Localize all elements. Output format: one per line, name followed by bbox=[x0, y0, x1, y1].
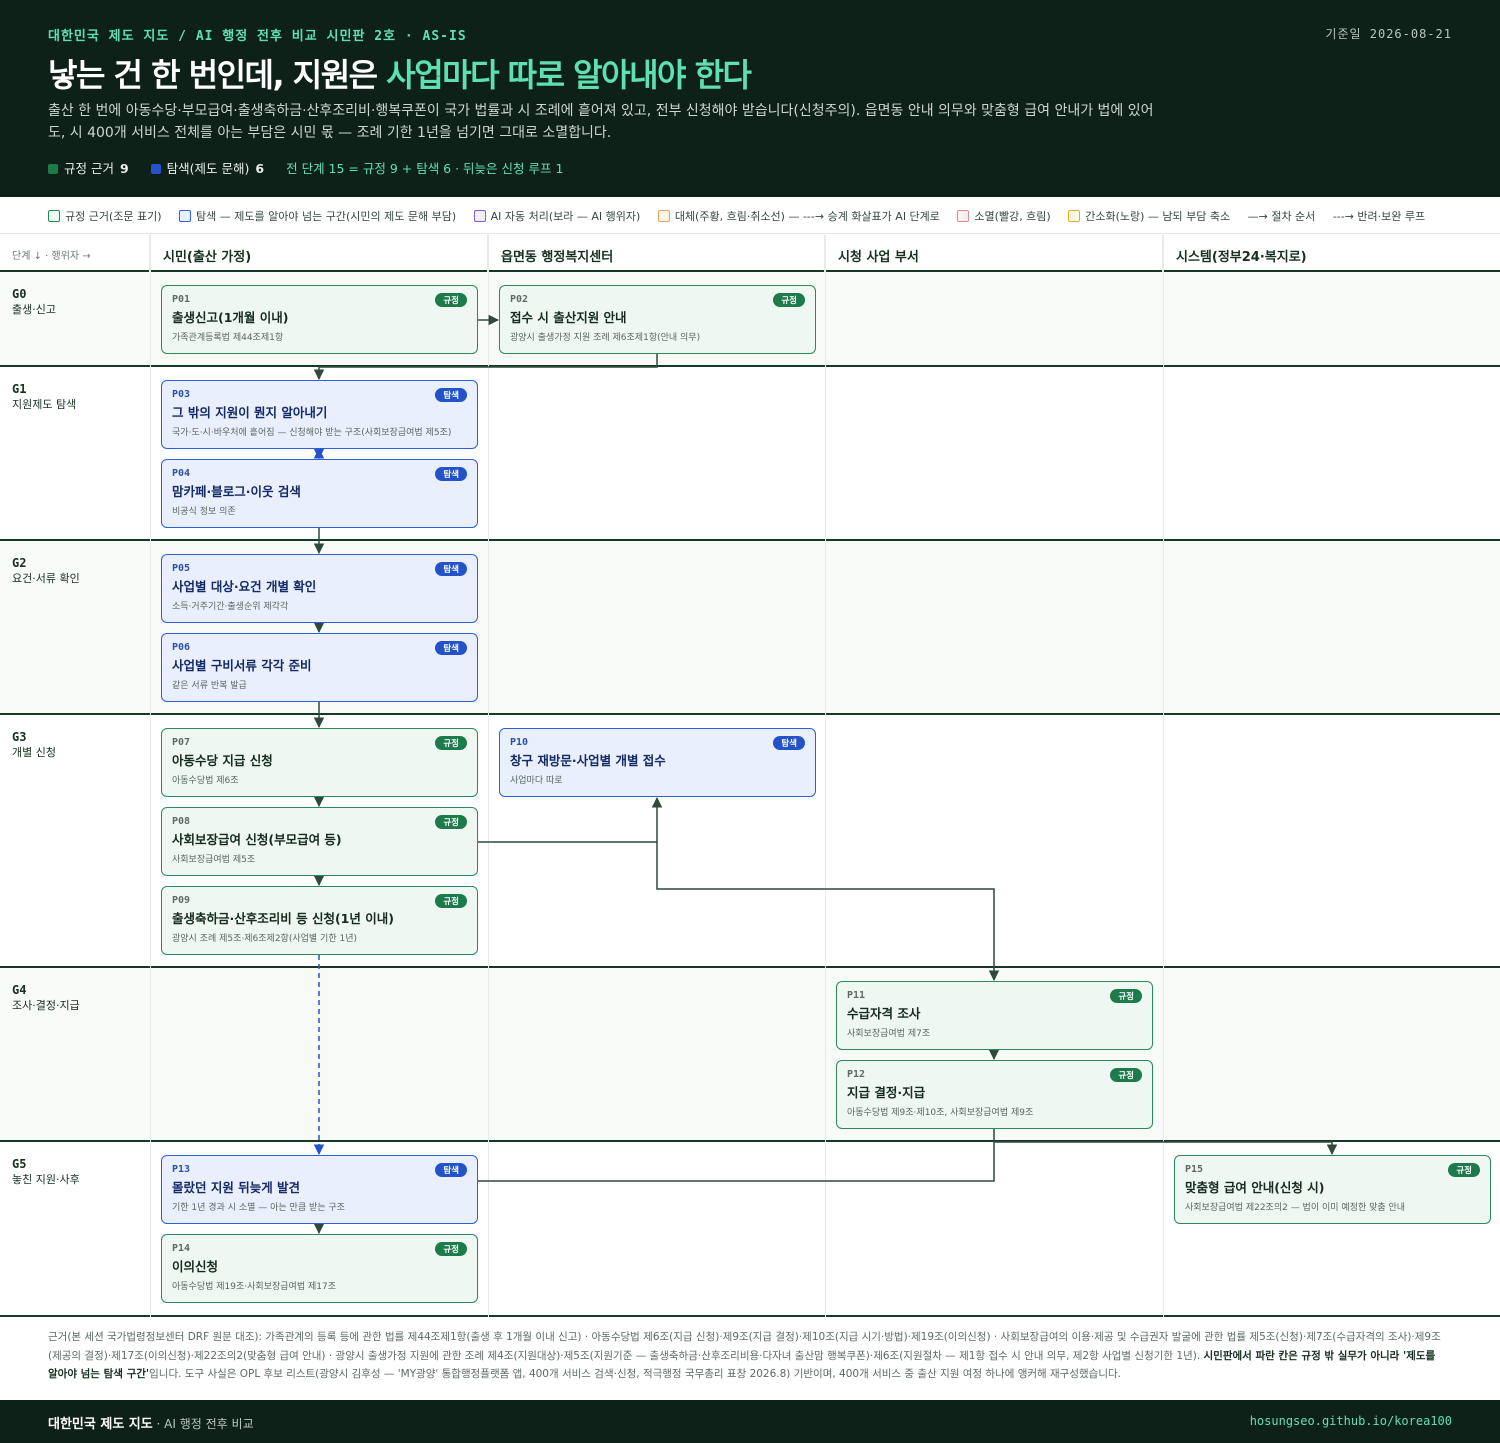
legend-item: 탐색 — 제도를 알아야 넘는 구간(시민의 제도 문해 부담) bbox=[179, 210, 456, 223]
explore-swatch-icon bbox=[150, 164, 161, 174]
footer-sub: · AI 행정 전후 비교 bbox=[152, 1417, 254, 1431]
node-p11[interactable]: P11 규정 수급자격 조사 사회보장급여법 제7조 bbox=[836, 981, 1153, 1050]
stat-rule-value: 9 bbox=[119, 161, 129, 176]
legend-item: —→ 절차 순서 bbox=[1247, 210, 1316, 223]
node-p02[interactable]: P02 규정 접수 시 출산지원 안내 광양시 출생가정 지원 조례 제6조제1항(안… bbox=[499, 285, 816, 354]
footer-link[interactable]: hosungseo.github.io/korea100 bbox=[1250, 1414, 1452, 1428]
title-plain: 낳는 건 한 번인데, 지원은 bbox=[48, 56, 387, 94]
page-title: 낳는 건 한 번인데, 지원은 사업마다 따로 알아내야 한다 bbox=[48, 50, 752, 96]
node-p07[interactable]: P07 규정 아동수당 지급 신청 아동수당법 제6조 bbox=[161, 728, 478, 797]
legend-item: 규정 근거(조문 표기) bbox=[48, 210, 162, 223]
node-p01[interactable]: P01 규정 출생신고(1개월 이내) 가족관계등록법 제44조제1항 bbox=[161, 285, 478, 354]
lane-header-city-dept: 시청 사업 부서 bbox=[825, 235, 1163, 272]
legend: 규정 근거(조문 표기) 탐색 — 제도를 알아야 넘는 구간(시민의 제도 문… bbox=[0, 197, 1500, 234]
lane-header-citizen: 시민(출산 가정) bbox=[150, 235, 488, 272]
stage-band: G4 조사·결정·지급 bbox=[0, 966, 1500, 1142]
lane-divider bbox=[488, 235, 489, 1317]
legend-rule-swatch-icon bbox=[48, 210, 60, 222]
node-p04[interactable]: P04 탐색 맘카페·블로그·이웃 검색 비공식 정보 의존 bbox=[161, 459, 478, 528]
rule-swatch-icon bbox=[48, 164, 58, 174]
node-p13[interactable]: P13 탐색 몰랐던 지원 뒤늦게 발견 기한 1년 경과 시 소멸 — 아는 만큼 … bbox=[161, 1155, 478, 1224]
legend-replace-swatch-icon bbox=[657, 210, 670, 222]
node-p15[interactable]: P15 규정 맞춤형 급여 안내(신청 시) 사회보장급여법 제22조의2 — 법이 … bbox=[1174, 1155, 1491, 1224]
legend-item: AI 자동 처리(보라 — AI 행위자) bbox=[473, 210, 640, 223]
legend-extinct-swatch-icon bbox=[957, 210, 970, 222]
legend-explore-swatch-icon bbox=[179, 210, 192, 222]
node-p10[interactable]: P10 탐색 창구 재방문·사업별 개별 접수 사업마다 따로 bbox=[499, 728, 816, 797]
stats-row: 규정 근거 9 탐색(제도 문해) 6 전 단계 15 = 규정 9 + 탐색 6 … bbox=[48, 158, 563, 177]
legend-ai-swatch-icon bbox=[473, 210, 486, 222]
lead-paragraph: 출산 한 번에 아동수당·부모급여·출생축하금·산후조리비·행복쿠폰이 국가 법… bbox=[48, 103, 1154, 141]
lane-header-system: 시스템(정부24·복지로) bbox=[1176, 250, 1307, 265]
node-p14[interactable]: P14 규정 이의신청 아동수당법 제19조·사회보장급여법 제17조 bbox=[161, 1234, 478, 1303]
node-p03[interactable]: P03 탐색 그 밖의 지원이 뭔지 알아내기 국가·도·시·바우처에 흩어짐 — 신… bbox=[161, 380, 478, 449]
legend-item: ---→ 반려·보완 루프 bbox=[1332, 210, 1426, 223]
footer-brand: 대한민국 제도 지도 bbox=[48, 1417, 153, 1432]
node-p05[interactable]: P05 탐색 사업별 대상·요건 개별 확인 소득·거주기간·출생순위 제각각 bbox=[161, 554, 478, 623]
node-p06[interactable]: P06 탐색 사업별 구비서류 각각 준비 같은 서류 반복 발급 bbox=[161, 633, 478, 702]
node-p09[interactable]: P09 규정 출생축하금·산후조리비 등 신청(1년 이내) 광양시 조례 제5조·제… bbox=[161, 886, 478, 955]
stat-rule-label: 규정 근거 bbox=[64, 161, 114, 176]
legend-simplify-swatch-icon bbox=[1068, 210, 1081, 222]
header: 대한민국 제도 지도 / AI 행정 전후 비교 시민판 2호 · AS-IS … bbox=[0, 0, 1500, 197]
node-p08[interactable]: P08 규정 사회보장급여 신청(부모급여 등) 사회보장급여법 제5조 bbox=[161, 807, 478, 876]
stat-note: 전 단계 15 = 규정 9 + 탐색 6 · 뒤늦은 신청 루프 1 bbox=[286, 161, 564, 176]
legend-item: 소멸(빨강, 흐림) bbox=[957, 210, 1051, 223]
title-highlight: 사업마다 따로 알아내야 한다 bbox=[386, 56, 752, 94]
stat-exp-label: 탐색(제도 문해) bbox=[166, 161, 250, 176]
footer: 대한민국 제도 지도 · AI 행정 전후 비교 hosungseo.githu… bbox=[0, 1400, 1500, 1443]
lane-divider bbox=[150, 235, 151, 1317]
lane-header-community-center: 읍면동 행정복지센터 bbox=[488, 235, 825, 272]
stat-exp-value: 6 bbox=[255, 161, 265, 176]
stage-column-header: 단계 ↓ · 행위자 → bbox=[0, 235, 150, 272]
footnote-tail: 입니다. 도구 사실은 OPL 후보 리스트(광양시 김후성 — 'MY광양' … bbox=[149, 1368, 1121, 1380]
node-p12[interactable]: P12 규정 지급 결정·지급 아동수당법 제9조·제10조, 사회보장급여법 제9조 bbox=[836, 1060, 1153, 1129]
legend-item: 간소화(노랑) — 남되 부담 축소 bbox=[1068, 210, 1230, 223]
eyebrow: 대한민국 제도 지도 / AI 행정 전후 비교 시민판 2호 · AS-IS bbox=[48, 29, 467, 44]
as-of-date: 기준일 2026-08-21 bbox=[1325, 27, 1452, 41]
legend-item: 대체(주황, 흐림·취소선) — ---→ 승계 화살표가 AI 단계로 bbox=[657, 210, 940, 223]
footnote: 근거(본 세션 국가법령정보센터 DRF 원문 대조): 가족관계의 등록 등에… bbox=[48, 1328, 1448, 1384]
lane-divider bbox=[1163, 235, 1164, 1317]
lane-divider bbox=[825, 235, 826, 1317]
